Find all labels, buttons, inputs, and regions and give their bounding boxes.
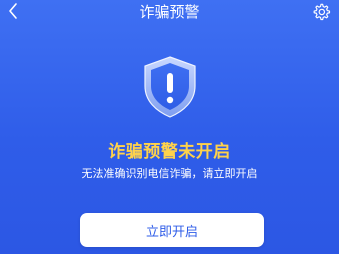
back-button[interactable] [2,0,24,22]
gear-icon [313,3,331,21]
top-nav-bar: 诈骗预警 [0,0,339,26]
page-title: 诈骗预警 [139,3,200,21]
enable-now-button[interactable]: 立即开启 [80,213,264,247]
warning-description: 无法准确识别电信诈骗，请立即开启 [81,167,258,180]
warning-title: 诈骗预警未开启 [108,142,231,162]
fraud-alert-screen: 诈骗预警 诈骗预警未开启 无法准确识别电信诈骗，请立即开启 立即开启 [0,0,339,254]
shield-alert-icon [144,56,196,118]
settings-button[interactable] [309,0,333,24]
chevron-left-icon [9,3,17,19]
